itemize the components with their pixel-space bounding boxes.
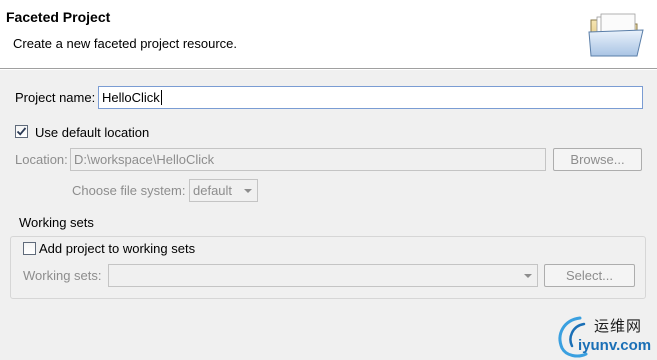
project-name-value: HelloClick bbox=[102, 90, 160, 105]
folder-open-icon bbox=[588, 13, 644, 57]
banner-separator bbox=[0, 69, 657, 70]
text-caret bbox=[160, 90, 162, 105]
watermark-domain-text: iyunv.com bbox=[578, 337, 652, 354]
location-input[interactable]: D:\workspace\HelloClick bbox=[70, 148, 546, 171]
working-sets-group-title: Working sets bbox=[19, 215, 94, 230]
wizard-description: Create a new faceted project resource. bbox=[13, 36, 238, 51]
location-label: Location: bbox=[15, 152, 68, 167]
file-system-select[interactable]: default bbox=[189, 179, 258, 202]
watermark-chinese-text: 运维网 bbox=[594, 318, 643, 335]
wizard-title: Faceted Project bbox=[6, 9, 111, 25]
file-system-label: Choose file system: bbox=[72, 183, 186, 198]
wizard-banner: Faceted Project Create a new faceted pro… bbox=[0, 0, 657, 69]
select-working-sets-button[interactable]: Select... bbox=[544, 264, 635, 287]
chevron-down-icon bbox=[244, 188, 252, 193]
working-sets-label: Working sets: bbox=[23, 268, 102, 283]
file-system-value: default bbox=[193, 183, 233, 198]
add-to-working-sets-label: Add project to working sets bbox=[39, 241, 196, 256]
working-sets-select[interactable] bbox=[108, 264, 538, 287]
project-name-label: Project name: bbox=[15, 90, 96, 105]
use-default-location-checkbox[interactable] bbox=[15, 125, 28, 138]
chevron-down-icon bbox=[524, 273, 532, 278]
location-value: D:\workspace\HelloClick bbox=[74, 152, 215, 167]
browse-button[interactable]: Browse... bbox=[553, 148, 642, 171]
project-name-input[interactable]: HelloClick bbox=[98, 86, 643, 109]
add-to-working-sets-checkbox[interactable] bbox=[23, 242, 36, 255]
checkmark-icon bbox=[16, 127, 27, 136]
use-default-location-label: Use default location bbox=[35, 125, 150, 140]
